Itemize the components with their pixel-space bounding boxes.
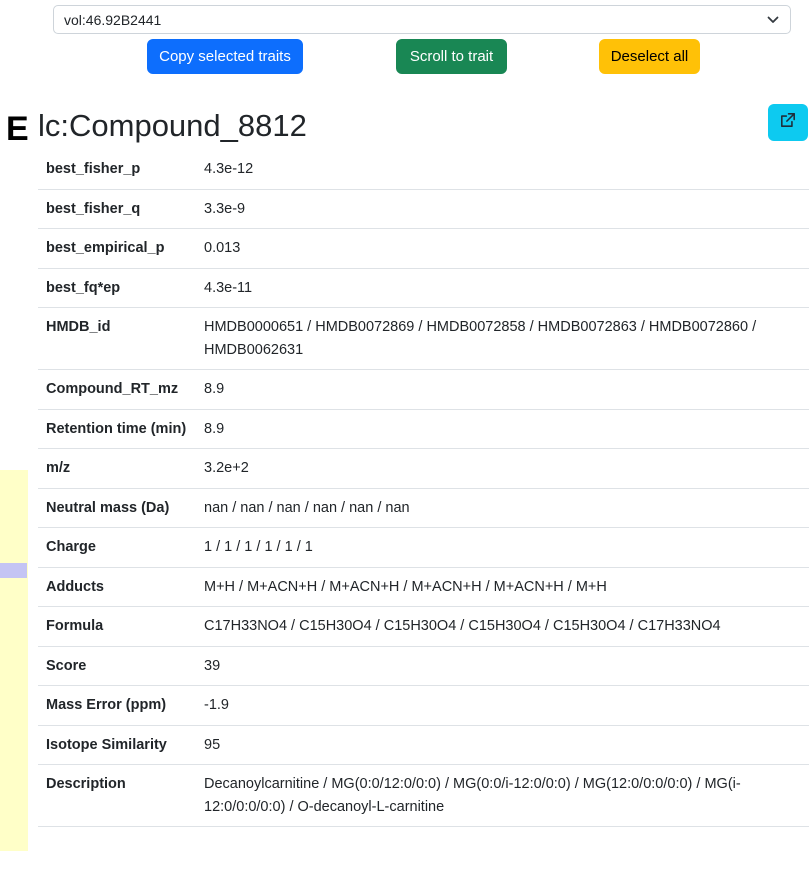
trait-value: 0.013 — [196, 228, 809, 269]
trait-row: Neutral mass (Da) nan / nan / nan / nan /… — [38, 488, 809, 528]
trait-value: 4.3e-11 — [196, 268, 809, 308]
trait-row: m/z 3.2e+2 — [38, 448, 809, 489]
trait-key: Charge — [38, 527, 196, 568]
trait-select-value: vol:46.92B2441 — [64, 11, 162, 28]
trait-key: Score — [38, 646, 196, 686]
trait-row: Mass Error (ppm) -1.9 — [38, 685, 809, 726]
trait-row: Compound_RT_mz 8.9 — [38, 369, 809, 410]
trait-row: Charge 1 / 1 / 1 / 1 / 1 / 1 — [38, 527, 809, 568]
trait-value: 95 — [196, 725, 809, 765]
trait-row: best_fq*ep 4.3e-11 — [38, 268, 809, 308]
section-letter: E — [6, 110, 29, 148]
trait-key: best_fisher_p — [38, 150, 196, 190]
trait-value: 8.9 — [196, 409, 809, 449]
trait-key: Adducts — [38, 567, 196, 607]
trait-value: 3.3e-9 — [196, 189, 809, 229]
trait-select[interactable]: vol:46.92B2441 — [53, 5, 791, 34]
trait-key: best_fq*ep — [38, 268, 196, 308]
trait-key: best_fisher_q — [38, 189, 196, 229]
trait-key: Retention time (min) — [38, 409, 196, 449]
trait-value: M+H / M+ACN+H / M+ACN+H / M+ACN+H / M+AC… — [196, 567, 809, 607]
compound-title: lc:Compound_8812 — [38, 108, 307, 143]
trait-row: Score 39 — [38, 646, 809, 686]
trait-key: HMDB_id — [38, 307, 196, 370]
trait-table: best_fisher_p 4.3e-12 best_fisher_q 3.3e-9 b… — [38, 150, 809, 827]
scroll-to-trait-button[interactable]: Scroll to trait — [396, 39, 507, 74]
trait-key: Compound_RT_mz — [38, 369, 196, 410]
deselect-all-button[interactable]: Deselect all — [599, 39, 700, 74]
copy-selected-traits-button[interactable]: Copy selected traits — [147, 39, 303, 74]
trait-row: Adducts M+H / M+ACN+H / M+ACN+H / M+ACN+H… — [38, 567, 809, 607]
trait-row: Retention time (min) 8.9 — [38, 409, 809, 449]
side-panel — [0, 470, 28, 851]
trait-value: 1 / 1 / 1 / 1 / 1 / 1 — [196, 527, 809, 568]
trait-key: m/z — [38, 448, 196, 489]
trait-value: 4.3e-12 — [196, 150, 809, 190]
external-link-icon — [779, 111, 797, 134]
trait-key: Formula — [38, 606, 196, 647]
trait-row: HMDB_id HMDB0000651 / HMDB0072869 / HMDB0… — [38, 307, 809, 370]
trait-row: best_fisher_p 4.3e-12 — [38, 150, 809, 190]
trait-key: Neutral mass (Da) — [38, 488, 196, 528]
trait-value: -1.9 — [196, 685, 809, 726]
trait-key: Isotope Similarity — [38, 725, 196, 765]
trait-value: nan / nan / nan / nan / nan / nan — [196, 488, 809, 528]
trait-row: best_empirical_p 0.013 — [38, 228, 809, 269]
trait-row: Isotope Similarity 95 — [38, 725, 809, 765]
trait-value: 3.2e+2 — [196, 448, 809, 489]
trait-row: Formula C17H33NO4 / C15H30O4 / C15H30O4 /… — [38, 606, 809, 647]
open-external-button[interactable] — [768, 104, 808, 141]
trait-value: C17H33NO4 / C15H30O4 / C15H30O4 / C15H30… — [196, 606, 809, 647]
trait-row: Description Decanoylcarnitine / MG(0:0/12… — [38, 764, 809, 827]
side-panel-marker[interactable] — [0, 563, 27, 578]
trait-value: HMDB0000651 / HMDB0072869 / HMDB0072858 … — [196, 307, 809, 370]
trait-key: Mass Error (ppm) — [38, 685, 196, 726]
trait-key: Description — [38, 764, 196, 827]
trait-value: 39 — [196, 646, 809, 686]
chevron-down-icon — [766, 13, 780, 27]
trait-key: best_empirical_p — [38, 228, 196, 269]
trait-row: best_fisher_q 3.3e-9 — [38, 189, 809, 229]
trait-value: 8.9 — [196, 369, 809, 410]
trait-value: Decanoylcarnitine / MG(0:0/12:0/0:0) / M… — [196, 764, 809, 827]
